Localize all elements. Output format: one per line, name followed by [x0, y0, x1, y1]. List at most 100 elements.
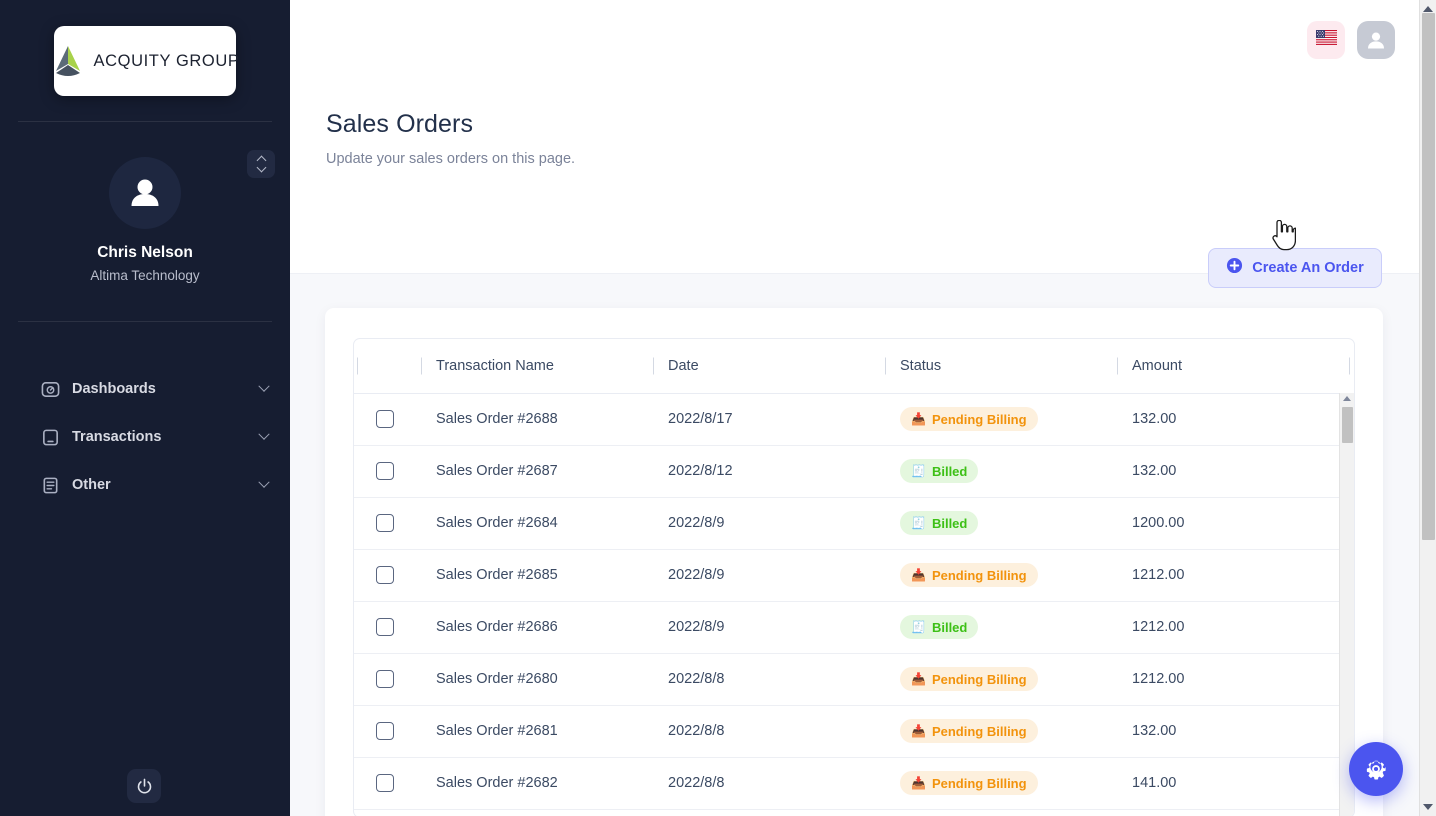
cell-transaction-name: Sales Order #2685	[418, 549, 650, 601]
sidebar-collapse-toggle[interactable]	[247, 150, 275, 178]
transaction-name-text: Sales Order #2681	[436, 723, 558, 739]
column-header-status[interactable]: Status	[882, 339, 1114, 393]
chevron-down-icon	[256, 163, 266, 173]
row-select-cell[interactable]	[354, 497, 418, 549]
scroll-down-arrow-icon[interactable]	[1423, 804, 1433, 810]
amount-text: 141.00	[1132, 775, 1176, 791]
column-header-date[interactable]: Date	[650, 339, 882, 393]
cell-status: 🧾Billed	[882, 601, 1114, 653]
cell-date: 2022/8/9	[650, 497, 882, 549]
sidebar-item-transactions[interactable]: Transactions	[0, 413, 290, 461]
gauge-icon	[40, 379, 60, 399]
sidebar-item-other[interactable]: Other	[0, 461, 290, 509]
cell-status: 📥Pending Billing	[882, 653, 1114, 705]
status-badge: 📥Pending Billing	[900, 667, 1038, 691]
sidebar: ACQUITY GROUP Chris Nelson Altima Techno…	[0, 0, 290, 816]
page-scrollbar-thumb[interactable]	[1422, 13, 1435, 540]
cell-amount: 1212.00	[1114, 601, 1346, 653]
row-checkbox[interactable]	[376, 514, 394, 532]
table-body: Sales Order #26882022/8/17📥Pending Billi…	[354, 393, 1355, 809]
scroll-up-arrow-icon[interactable]	[1343, 396, 1351, 401]
row-select-cell[interactable]	[354, 705, 418, 757]
sidebar-item-label: Other	[72, 477, 260, 493]
row-checkbox[interactable]	[376, 410, 394, 428]
status-badge: 🧾Billed	[900, 511, 978, 535]
row-select-cell[interactable]	[354, 549, 418, 601]
sidebar-divider-top	[18, 121, 272, 122]
column-header-transaction-name[interactable]: Transaction Name	[418, 339, 650, 393]
cell-date: 2022/8/8	[650, 757, 882, 809]
table-row[interactable]: Sales Order #2682 2022/8/8 📥 Pending Billin…	[354, 757, 1355, 809]
page-scrollbar[interactable]	[1419, 0, 1436, 816]
orders-card: Transaction Name Date Status	[325, 308, 1383, 816]
date-text: 2022/8/8	[668, 723, 724, 739]
cell-transaction-name: Sales Order #2682	[418, 757, 650, 809]
status-label: Pending Billing	[932, 412, 1027, 427]
status-emoji-icon: 📥	[911, 413, 926, 425]
status-label: Pending Billing	[932, 776, 1027, 791]
row-checkbox[interactable]	[376, 774, 394, 792]
status-label: Billed	[932, 464, 967, 479]
person-icon	[125, 173, 165, 213]
scroll-up-arrow-icon[interactable]	[1423, 6, 1433, 12]
cell-transaction-name: Sales Order #2687	[418, 445, 650, 497]
cell-status: 📥Pending Billing	[882, 705, 1114, 757]
row-select-cell[interactable]	[354, 445, 418, 497]
amount-text: 1200.00	[1132, 515, 1184, 531]
brand-logo[interactable]: ACQUITY GROUP	[54, 26, 236, 96]
chevron-down-icon	[258, 477, 269, 488]
table-scrollbar[interactable]	[1339, 393, 1354, 816]
table-row[interactable]: Sales Order #26872022/8/12🧾Billed132.00	[354, 445, 1355, 497]
row-select-cell[interactable]	[354, 393, 418, 445]
table-row[interactable]: Sales Order #26852022/8/9📥Pending Billin…	[354, 549, 1355, 601]
date-text: 2022/8/12	[668, 463, 733, 479]
us-flag-icon	[1316, 30, 1337, 50]
cell-status: 📥 Pending Billing	[882, 757, 1114, 809]
column-divider	[653, 357, 654, 374]
language-selector-button[interactable]	[1307, 21, 1345, 59]
status-emoji-icon: 📥	[911, 777, 926, 789]
row-checkbox[interactable]	[376, 566, 394, 584]
settings-fab-button[interactable]	[1349, 742, 1403, 796]
column-divider	[1349, 357, 1350, 374]
row-checkbox[interactable]	[376, 618, 394, 636]
row-checkbox[interactable]	[376, 462, 394, 480]
table-row[interactable]: Sales Order #26862022/8/9🧾Billed1212.00	[354, 601, 1355, 653]
column-header-select[interactable]	[354, 339, 418, 393]
status-badge: 📥Pending Billing	[900, 563, 1038, 587]
row-select-cell[interactable]	[354, 653, 418, 705]
topbar	[290, 0, 1419, 80]
main-content: Sales Orders Update your sales orders on…	[290, 0, 1419, 816]
app-root: ACQUITY GROUP Chris Nelson Altima Techno…	[0, 0, 1436, 816]
column-header-label: Transaction Name	[436, 358, 554, 374]
column-divider	[885, 357, 886, 374]
row-checkbox[interactable]	[376, 722, 394, 740]
create-an-order-button[interactable]: Create An Order	[1208, 248, 1382, 288]
power-button[interactable]	[127, 769, 161, 803]
status-badge: 📥Pending Billing	[900, 719, 1038, 743]
row-select-cell[interactable]	[354, 601, 418, 653]
power-icon	[135, 777, 154, 796]
table-scrollbar-thumb[interactable]	[1342, 407, 1353, 443]
sales-orders-table: Transaction Name Date Status	[354, 339, 1355, 810]
cell-amount: 132.00	[1114, 445, 1346, 497]
table-row[interactable]: Sales Order #26882022/8/17📥Pending Billi…	[354, 393, 1355, 445]
table-row[interactable]: Sales Order #26842022/8/9🧾Billed1200.00	[354, 497, 1355, 549]
cell-transaction-name: Sales Order #2688	[418, 393, 650, 445]
person-avatar-icon	[1364, 28, 1388, 52]
table-row[interactable]: Sales Order #26802022/8/8📥Pending Billin…	[354, 653, 1355, 705]
sidebar-divider-bottom	[18, 321, 272, 322]
transaction-name-text: Sales Order #2685	[436, 567, 558, 583]
column-header-amount[interactable]: Amount	[1114, 339, 1346, 393]
status-badge: 🧾Billed	[900, 615, 978, 639]
sidebar-item-dashboards[interactable]: Dashboards	[0, 365, 290, 413]
date-text: 2022/8/8	[668, 775, 724, 791]
sidebar-item-label: Dashboards	[72, 381, 260, 397]
row-checkbox[interactable]	[376, 670, 394, 688]
account-menu-button[interactable]	[1357, 21, 1395, 59]
table-row[interactable]: Sales Order #2681 2022/8/8 📥Pending Billin…	[354, 705, 1355, 757]
cell-amount: 1212.00	[1114, 549, 1346, 601]
status-badge: 📥 Pending Billing	[900, 407, 1038, 431]
status-badge: 📥 Pending Billing	[900, 771, 1038, 795]
row-select-cell[interactable]	[354, 757, 418, 809]
